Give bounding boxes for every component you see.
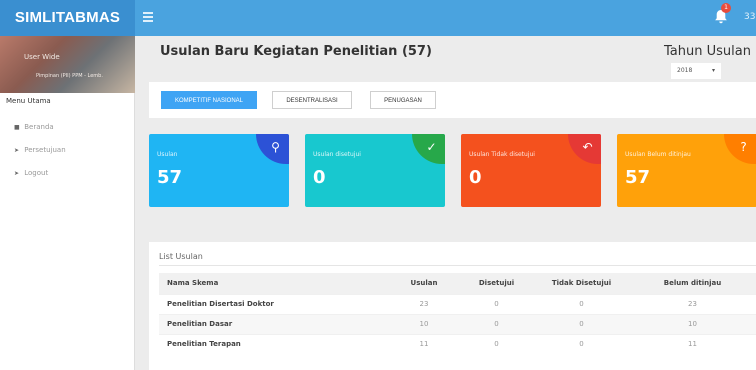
cell-usulan: 10 [389, 313, 459, 334]
menu-title: Menu Utama [6, 97, 51, 105]
top-navbar: SIMLITABMAS 1 33 [0, 0, 756, 36]
table-row[interactable]: Penelitian Terapan 11 0 0 11 [159, 333, 756, 354]
sidebar-item-persetujuan[interactable]: ➤ Persetujuan [14, 146, 66, 154]
notification-badge: 1 [721, 3, 731, 13]
cell-belum-ditinjau: 23 [629, 293, 756, 314]
year-label: Tahun Usulan [664, 44, 751, 59]
cell-belum-ditinjau: 11 [629, 333, 756, 354]
table-row[interactable]: Penelitian Dasar 10 0 0 10 [159, 313, 756, 334]
tab-kompetitif-nasional[interactable]: KOMPETITIF NASIONAL [161, 91, 257, 109]
card-value: 0 [313, 167, 326, 188]
cell-tidak-disetujui: 0 [534, 293, 629, 314]
year-select[interactable]: 2018 ▾ [671, 63, 721, 79]
tab-desentralisasi[interactable]: DESENTRALISASI [272, 91, 352, 109]
sidebar: User Wide Pimpinan (PII) PPM - Lemb. Men… [0, 36, 135, 370]
panel-title: List Usulan [159, 252, 203, 261]
user-profile-panel: User Wide Pimpinan (PII) PPM - Lemb. [0, 36, 135, 93]
card-value: 57 [625, 167, 651, 188]
user-name: User Wide [24, 53, 60, 61]
card-usulan[interactable]: ⚲ Usulan 57 [149, 134, 289, 207]
brand-logo[interactable]: SIMLITABMAS [0, 0, 135, 36]
table-row[interactable]: Penelitian Disertasi Doktor 23 0 0 23 [159, 293, 756, 314]
tab-penugasan[interactable]: PENUGASAN [370, 91, 436, 109]
cell-disetujui: 0 [459, 293, 534, 314]
card-disetujui[interactable]: ✓ Usulan disetujui 0 [305, 134, 445, 207]
top-extra-text: 33 [744, 12, 756, 22]
cell-belum-ditinjau: 10 [629, 313, 756, 334]
column-header[interactable]: Disetujui [459, 273, 534, 294]
card-label: Usulan [157, 151, 178, 158]
card-tidak-disetujui[interactable]: ↶ Usulan Tidak disetujui 0 [461, 134, 601, 207]
divider [159, 265, 756, 266]
help-circle-icon: ? [724, 134, 756, 164]
cell-tidak-disetujui: 0 [534, 313, 629, 334]
cell-skema: Penelitian Terapan [159, 333, 389, 354]
year-select-value: 2018 [677, 67, 693, 74]
sidebar-item-logout[interactable]: ➤ Logout [14, 169, 48, 177]
chevron-down-icon: ▾ [711, 67, 715, 74]
cell-skema: Penelitian Dasar [159, 313, 389, 334]
table-header-row: Nama Skema Usulan Disetujui Tidak Disetu… [159, 273, 756, 294]
column-header[interactable]: Usulan [389, 273, 459, 294]
card-belum-ditinjau[interactable]: ? Usulan Belum ditinjau 57 [617, 134, 756, 207]
card-label: Usulan Tidak disetujui [469, 151, 535, 158]
sidebar-item-label: Beranda [24, 123, 54, 131]
cell-usulan: 11 [389, 333, 459, 354]
user-role: Pimpinan (PII) PPM - Lemb. [36, 73, 103, 79]
page-title: Usulan Baru Kegiatan Penelitian (57) [160, 44, 432, 59]
cell-disetujui: 0 [459, 333, 534, 354]
cell-disetujui: 0 [459, 313, 534, 334]
column-header[interactable]: Tidak Disetujui [534, 273, 629, 294]
menu-toggle-icon[interactable] [143, 12, 153, 22]
scheme-tabs: KOMPETITIF NASIONAL DESENTRALISASI PENUG… [149, 82, 756, 118]
card-value: 57 [157, 167, 183, 188]
sidebar-item-label: Persetujuan [24, 146, 66, 154]
sidebar-item-label: Logout [24, 169, 49, 177]
reply-icon: ↶ [568, 134, 601, 164]
card-label: Usulan disetujui [313, 151, 361, 158]
usulan-table: Nama Skema Usulan Disetujui Tidak Disetu… [159, 273, 756, 354]
column-header[interactable]: Nama Skema [159, 273, 389, 294]
cell-skema: Penelitian Disertasi Doktor [159, 293, 389, 314]
card-label: Usulan Belum ditinjau [625, 151, 691, 158]
column-header[interactable]: Belum ditinjau [629, 273, 756, 294]
arrow-right-icon: ➤ [14, 170, 20, 177]
notification-bell-icon[interactable]: 1 [714, 3, 731, 25]
home-icon: ■ [14, 124, 20, 131]
cell-usulan: 23 [389, 293, 459, 314]
list-usulan-panel: List Usulan Nama Skema Usulan Disetujui … [149, 242, 756, 370]
sidebar-item-beranda[interactable]: ■ Beranda [14, 123, 54, 131]
arrow-right-icon: ➤ [14, 147, 20, 154]
user-search-icon: ⚲ [256, 134, 289, 164]
check-circle-icon: ✓ [412, 134, 445, 164]
cell-tidak-disetujui: 0 [534, 333, 629, 354]
card-value: 0 [469, 167, 482, 188]
